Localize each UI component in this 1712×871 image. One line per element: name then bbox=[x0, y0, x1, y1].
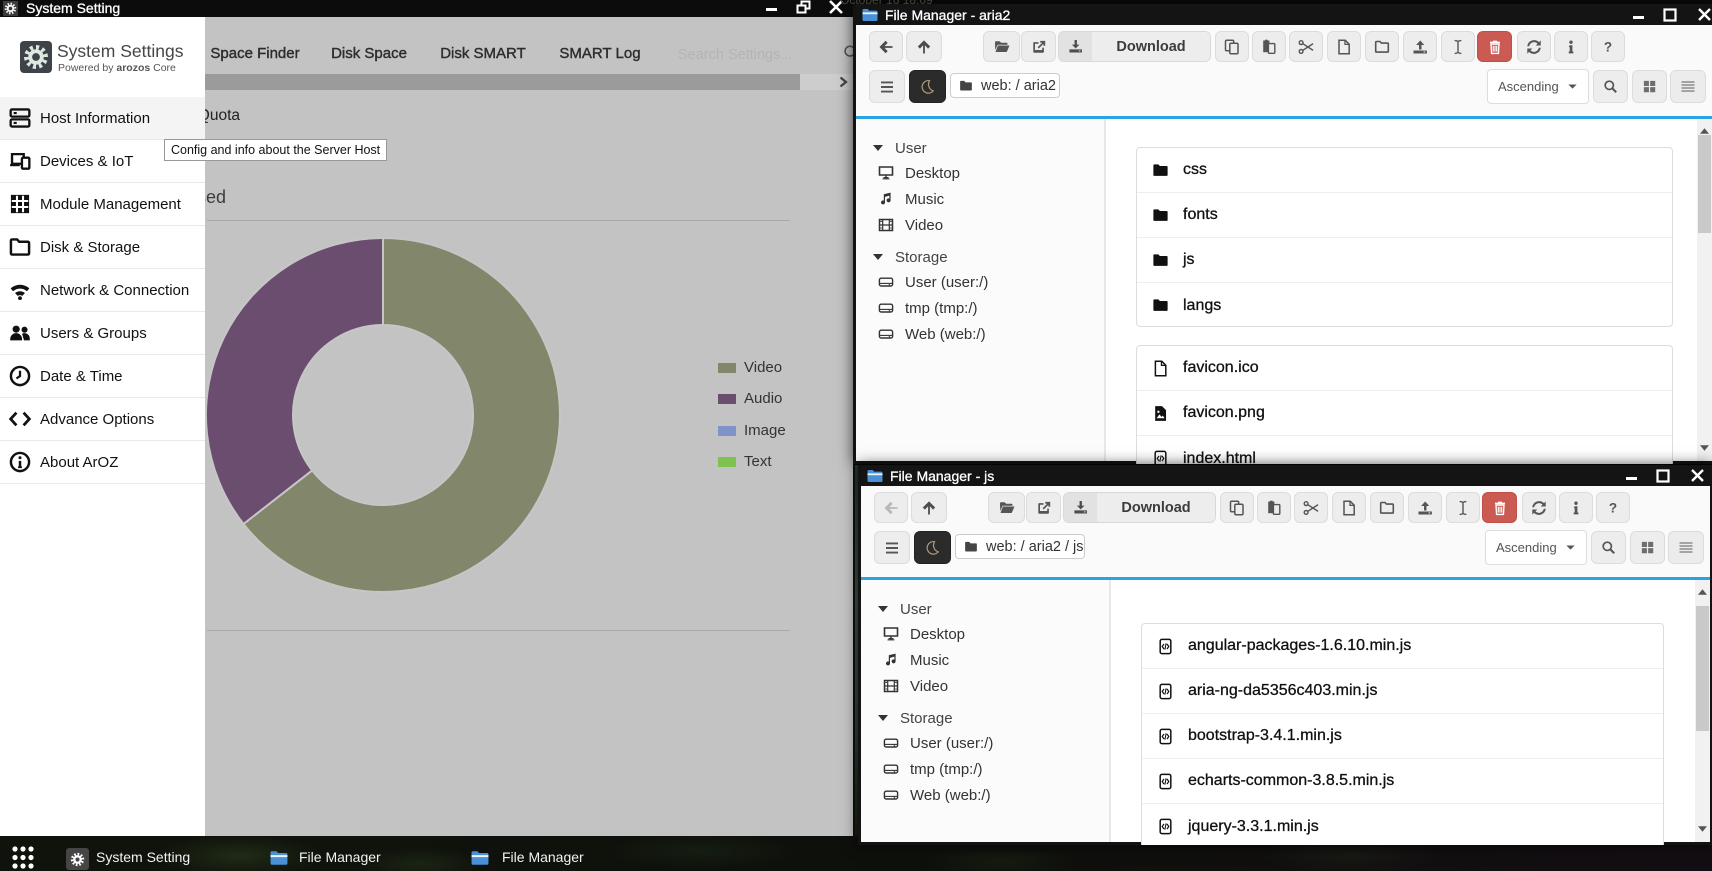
svg-text:?: ? bbox=[1609, 500, 1617, 515]
svg-text:?: ? bbox=[1604, 39, 1612, 54]
